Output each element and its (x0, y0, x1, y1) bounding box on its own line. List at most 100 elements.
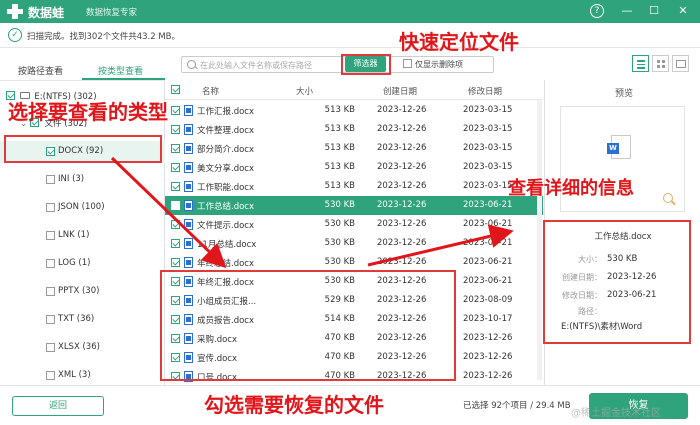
grid-view-icon-cell (662, 60, 665, 63)
file-created-date: 2023-12-26 (377, 181, 427, 191)
table-row[interactable]: 工作职能.docx 513 KB 2023-12-26 2023-03-15 (165, 177, 543, 196)
type-checkbox[interactable] (46, 231, 55, 240)
type-label: JSON (100) (58, 202, 105, 212)
tab-by-path[interactable]: 按路径查看 (18, 64, 63, 77)
deleted-only-checkbox[interactable] (403, 59, 412, 68)
help-icon[interactable]: ? (590, 4, 604, 18)
list-view-button[interactable] (632, 55, 649, 72)
list-view-icon-line (637, 63, 645, 65)
app-subtitle: 数据恢复专家 (86, 8, 138, 18)
table-scrollbar[interactable] (537, 100, 542, 380)
minimize-icon[interactable]: — (619, 3, 635, 19)
row-checkbox[interactable] (171, 106, 180, 115)
table-row[interactable]: 11月总结.docx 530 KB 2023-12-26 2023-06-21 (165, 234, 543, 253)
word-badge: W (607, 143, 619, 154)
file-modified-date: 2023-03-15 (463, 105, 513, 115)
row-checkbox[interactable] (171, 182, 180, 191)
file-modified-date: 2023-06-21 (463, 238, 513, 248)
row-checkbox[interactable] (171, 125, 180, 134)
table-row[interactable]: 工作汇报.docx 513 KB 2023-12-26 2023-03-15 (165, 101, 543, 120)
type-checkbox[interactable] (46, 203, 55, 212)
type-checkbox[interactable] (46, 371, 55, 380)
file-name: 文件整理.docx (197, 126, 255, 136)
file-modified-date: 2023-06-21 (463, 219, 513, 229)
row-checkbox[interactable] (171, 144, 180, 153)
grid-view-icon-cell (662, 65, 665, 68)
type-highlight-box (4, 135, 162, 163)
grid-view-button[interactable] (652, 55, 669, 72)
table-row[interactable]: 部分简介.docx 513 KB 2023-12-26 2023-03-15 (165, 139, 543, 158)
annotation-check-recover: 勾选需要恢复的文件 (204, 393, 384, 417)
file-name: 工作总结.docx (197, 202, 255, 212)
type-checkbox[interactable] (46, 343, 55, 352)
file-size: 530 KB (324, 257, 355, 267)
header-size[interactable]: 大小 (296, 85, 313, 97)
file-modified-date: 2023-12-26 (463, 352, 513, 362)
file-size: 530 KB (324, 219, 355, 229)
list-view-icon (637, 60, 645, 62)
type-item[interactable]: XML (3) (0, 365, 165, 387)
table-row[interactable]: 文件整理.docx 513 KB 2023-12-26 2023-03-15 (165, 120, 543, 139)
docx-file-icon (184, 257, 193, 268)
back-button[interactable]: 返回 (12, 396, 104, 416)
type-checkbox[interactable] (46, 259, 55, 268)
row-checkbox[interactable] (171, 201, 180, 210)
check-circle-icon: ✓ (8, 28, 22, 42)
selection-summary: 已选择 92个项目 / 29.4 MB (463, 401, 571, 411)
row-checkbox[interactable] (171, 239, 180, 248)
grid-view-icon (657, 60, 660, 63)
type-item[interactable]: TXT (36) (0, 309, 165, 331)
row-checkbox[interactable] (171, 163, 180, 172)
type-label: LOG (1) (58, 258, 91, 268)
header-name[interactable]: 名称 (202, 85, 219, 97)
zoom-icon[interactable] (663, 193, 673, 203)
filter-highlight-box (341, 54, 391, 75)
type-item[interactable]: XLSX (36) (0, 337, 165, 359)
deleted-only-toggle[interactable]: 仅显示删除项 (403, 59, 463, 70)
type-label: LNK (1) (58, 230, 90, 240)
detail-view-button[interactable] (672, 55, 689, 72)
type-item[interactable]: JSON (100) (0, 197, 165, 219)
annotation-quick-locate: 快速定位文件 (399, 30, 519, 54)
table-row[interactable]: 文件提示.docx 530 KB 2023-12-26 2023-06-21 (165, 215, 543, 234)
type-checkbox[interactable] (46, 175, 55, 184)
docx-file-icon (184, 162, 193, 173)
app-logo-icon (7, 4, 23, 19)
file-modified-date: 2023-10-17 (463, 314, 513, 324)
type-item[interactable]: LOG (1) (0, 253, 165, 275)
file-size: 530 KB (324, 238, 355, 248)
files-highlight-box (160, 270, 456, 381)
type-checkbox[interactable] (46, 287, 55, 296)
watermark: @稀土掘金技术社区 (571, 408, 661, 419)
file-created-date: 2023-12-26 (377, 162, 427, 172)
docx-file-icon (184, 143, 193, 154)
tab-by-type[interactable]: 按类型查看 (98, 64, 143, 77)
file-modified-date: 2023-03-15 (463, 181, 513, 191)
header-created[interactable]: 创建日期 (383, 85, 417, 97)
maximize-icon[interactable]: ☐ (646, 3, 662, 19)
table-row[interactable]: 美文分享.docx 513 KB 2023-12-26 2023-03-15 (165, 158, 543, 177)
file-modified-date: 2023-06-21 (463, 257, 513, 267)
title-bar: 数据蛙 数据恢复专家 ? — ☐ ✕ (0, 0, 700, 23)
close-icon[interactable]: ✕ (675, 3, 691, 19)
type-item[interactable]: INI (3) (0, 169, 165, 191)
docx-file-icon (184, 181, 193, 192)
row-checkbox[interactable] (171, 258, 180, 267)
file-modified-date: 2023-03-15 (463, 143, 513, 153)
file-name: 文件提示.docx (197, 221, 255, 231)
type-label: PPTX (30) (58, 286, 100, 296)
file-size: 513 KB (324, 181, 355, 191)
preview-title: 预览 (615, 89, 634, 99)
deleted-only-label: 仅显示删除项 (415, 60, 463, 69)
select-all-checkbox[interactable] (171, 85, 180, 94)
header-modified[interactable]: 修改日期 (468, 85, 502, 97)
type-tree-panel: E:(NTFS) (302) ⌄ 文件 (302) DOCX (92) INI (… (0, 80, 165, 385)
docx-file-icon (184, 105, 193, 116)
type-label: XML (3) (58, 370, 91, 380)
type-item[interactable]: PPTX (30) (0, 281, 165, 303)
file-modified-date: 2023-03-15 (463, 162, 513, 172)
type-item[interactable]: LNK (1) (0, 225, 165, 247)
type-checkbox[interactable] (46, 315, 55, 324)
table-row[interactable]: 工作总结.docx 530 KB 2023-12-26 2023-06-21 (165, 196, 543, 215)
row-checkbox[interactable] (171, 220, 180, 229)
